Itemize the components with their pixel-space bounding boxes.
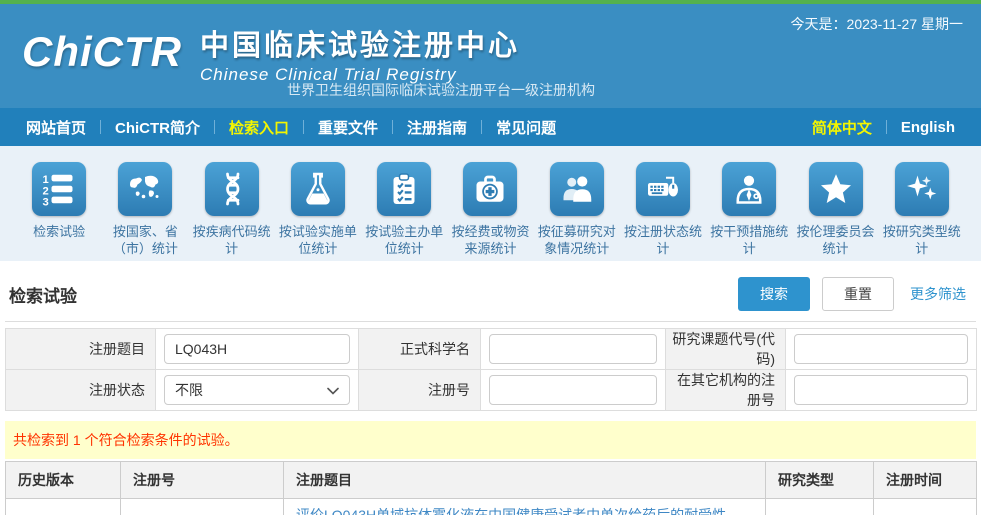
reg-number-cell: ChiCTR2300069500 bbox=[121, 499, 284, 515]
reg-status-select[interactable]: 不限 bbox=[164, 375, 350, 405]
search-button[interactable]: 搜索 bbox=[738, 277, 810, 311]
other-reg-label: 在其它机构的注册号 bbox=[666, 370, 786, 411]
svg-text:2: 2 bbox=[43, 185, 49, 197]
results-table: 历史版本 注册号 注册题目 研究类型 注册时间 历史版本 ChiCTR23000… bbox=[5, 461, 977, 515]
toolbar-item-by-registration-status[interactable]: 按注册状态统计 bbox=[620, 162, 706, 261]
main-content: 检索试验 搜索 重置 更多筛选 注册题目 正式科学名 研究课题代号(代码) 注册… bbox=[0, 261, 981, 515]
reg-status-selected-value: 不限 bbox=[175, 380, 203, 400]
dna-icon bbox=[205, 162, 259, 216]
divider bbox=[5, 321, 976, 322]
lang-simplified-chinese[interactable]: 简体中文 bbox=[798, 117, 886, 138]
toolbar-item-by-implementing-unit[interactable]: 按试验实施单位统计 bbox=[275, 162, 361, 261]
svg-text:3: 3 bbox=[43, 197, 49, 208]
chevron-down-icon bbox=[327, 382, 339, 398]
study-code-label: 研究课题代号(代码) bbox=[666, 329, 786, 370]
toolbar-item-by-recruitment[interactable]: 按征募研究对象情况统计 bbox=[534, 162, 620, 261]
table-row: 历史版本 ChiCTR2300069500 评价LQ043H单域抗体雾化液在中国… bbox=[6, 499, 977, 515]
chictr-logo[interactable]: ChiCTR bbox=[22, 20, 182, 84]
reg-number-label: 注册号 bbox=[359, 370, 481, 411]
reg-title-input[interactable] bbox=[164, 334, 350, 364]
col-header-reg-number: 注册号 bbox=[121, 462, 284, 499]
toolbar-item-by-sponsor-unit[interactable]: 按试验主办单位统计 bbox=[361, 162, 447, 261]
reg-status-label: 注册状态 bbox=[6, 370, 156, 411]
nav-item-faq[interactable]: 常见问题 bbox=[482, 117, 570, 138]
results-header-row: 历史版本 注册号 注册题目 研究类型 注册时间 bbox=[6, 462, 977, 499]
star-icon bbox=[809, 162, 863, 216]
col-header-reg-date: 注册时间 bbox=[874, 462, 977, 499]
col-header-title: 注册题目 bbox=[284, 462, 766, 499]
stats-toolbar: 123 检索试验 按国家、省（市）统计 按疾病代码统计 按试验实施单位统计 按试… bbox=[0, 146, 981, 261]
numbered-list-icon: 123 bbox=[32, 162, 86, 216]
people-icon bbox=[550, 162, 604, 216]
site-header: 今天是：2023-11-27 星期一 ChiCTR 中国临床试验注册中心 Chi… bbox=[0, 4, 981, 108]
page-title: 检索试验 bbox=[9, 282, 77, 307]
sci-name-input[interactable] bbox=[489, 334, 657, 364]
reg-date-cell: 2023/03/20 bbox=[874, 499, 977, 515]
toolbar-item-by-study-type[interactable]: 按研究类型统计 bbox=[879, 162, 965, 261]
nav-item-documents[interactable]: 重要文件 bbox=[304, 117, 392, 138]
keyboard-mouse-icon bbox=[636, 162, 690, 216]
clipboard-icon bbox=[377, 162, 431, 216]
trial-title-link[interactable]: 评价LQ043H单域抗体雾化液在中国健康受试者中单次给药后的耐受性、安全性、..… bbox=[296, 505, 753, 515]
other-reg-input[interactable] bbox=[794, 375, 968, 405]
col-header-history: 历史版本 bbox=[6, 462, 121, 499]
nav-item-search-entry[interactable]: 检索入口 bbox=[215, 117, 303, 138]
nav-item-about[interactable]: ChiCTR简介 bbox=[101, 117, 214, 138]
toolbar-item-by-ethics-committee[interactable]: 按伦理委员会统计 bbox=[792, 162, 878, 261]
main-nav: 网站首页 ChiCTR简介 检索入口 重要文件 注册指南 常见问题 简体中文 E… bbox=[0, 108, 981, 146]
flask-icon bbox=[291, 162, 345, 216]
toolbar-item-by-intervention[interactable]: 按干预措施统计 bbox=[706, 162, 792, 261]
more-filters-link[interactable]: 更多筛选 bbox=[910, 284, 966, 304]
site-subtitle: 世界卫生组织国际临床试验注册平台一级注册机构 bbox=[287, 80, 595, 100]
toolbar-item-by-funding-source[interactable]: 按经费或物资来源统计 bbox=[447, 162, 533, 261]
reset-button[interactable]: 重置 bbox=[822, 277, 894, 311]
study-type-cell: 干预性研究 bbox=[766, 499, 874, 515]
sci-name-label: 正式科学名 bbox=[359, 329, 481, 370]
current-date: 今天是：2023-11-27 星期一 bbox=[791, 14, 963, 34]
result-count-message: 共检索到 1 个符合检索条件的试验。 bbox=[5, 421, 976, 459]
reg-number-input[interactable] bbox=[489, 375, 657, 405]
site-title-cn: 中国临床试验注册中心 bbox=[200, 22, 520, 64]
toolbar-item-search-trials[interactable]: 123 检索试验 bbox=[16, 162, 102, 261]
toolbar-item-by-disease-code[interactable]: 按疾病代码统计 bbox=[189, 162, 275, 261]
col-header-study-type: 研究类型 bbox=[766, 462, 874, 499]
search-form: 注册题目 正式科学名 研究课题代号(代码) 注册状态 不限 注册号 在其它机构的… bbox=[5, 328, 977, 411]
study-code-input[interactable] bbox=[794, 334, 968, 364]
doctor-icon bbox=[722, 162, 776, 216]
svg-text:1: 1 bbox=[43, 174, 49, 186]
toolbar-item-by-country[interactable]: 按国家、省（市）统计 bbox=[102, 162, 188, 261]
nav-item-guide[interactable]: 注册指南 bbox=[393, 117, 481, 138]
lang-english[interactable]: English bbox=[887, 119, 969, 136]
medkit-icon bbox=[463, 162, 517, 216]
nav-item-home[interactable]: 网站首页 bbox=[12, 117, 100, 138]
reg-title-label: 注册题目 bbox=[6, 329, 156, 370]
sparkles-icon bbox=[895, 162, 949, 216]
world-map-icon bbox=[118, 162, 172, 216]
